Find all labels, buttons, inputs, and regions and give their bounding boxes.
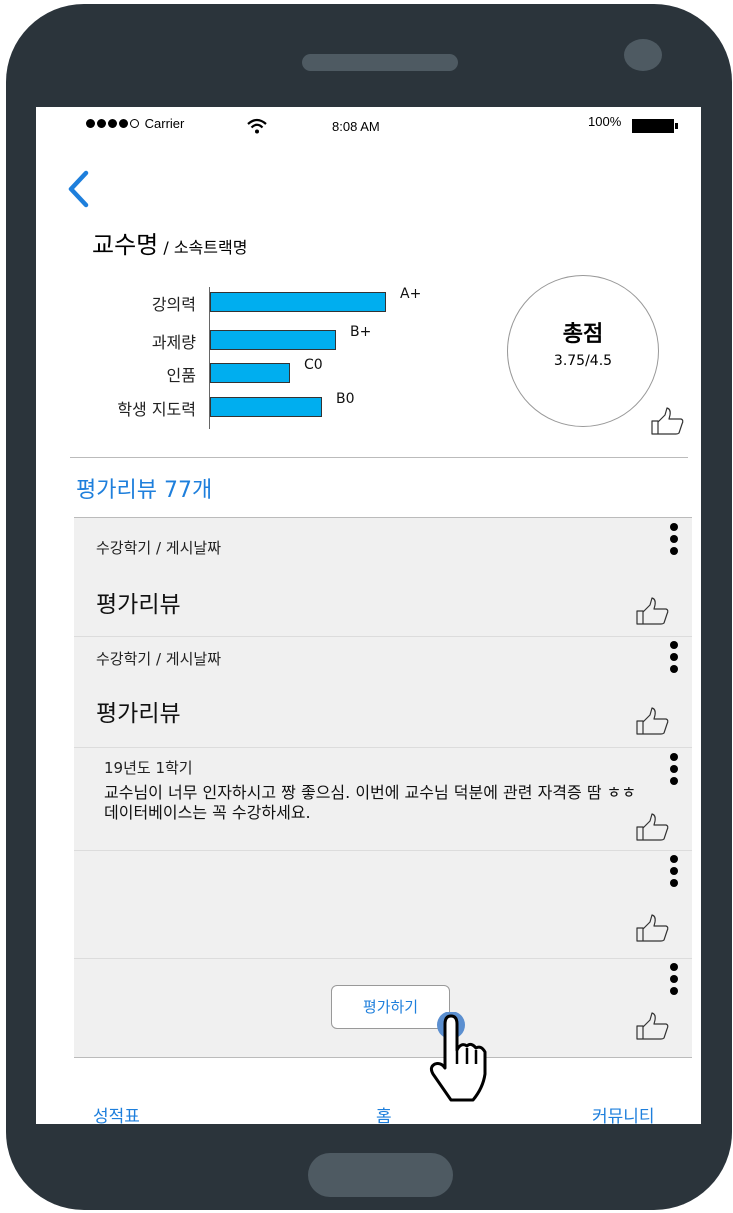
rating-grade: A+ xyxy=(400,286,422,302)
thumbs-up-icon[interactable] xyxy=(635,707,669,735)
more-options-icon[interactable] xyxy=(670,753,678,789)
carrier-label: Carrier xyxy=(144,116,185,131)
divider xyxy=(70,457,688,458)
more-options-icon[interactable] xyxy=(670,641,678,677)
clock: 8:08 AM xyxy=(332,119,380,134)
review-meta: 수강학기 / 게시날짜 xyxy=(96,650,221,668)
rating-bar xyxy=(210,292,386,312)
review-title[interactable]: 평가리뷰 xyxy=(96,585,181,619)
review-list: 수강학기 / 게시날짜 평가리뷰 수강학기 / 게시날짜 평가리뷰 19년도 1… xyxy=(74,517,692,1058)
list-separator xyxy=(74,850,692,851)
rating-label: 학생 지도력 xyxy=(117,400,196,419)
signal-strength: Carrier xyxy=(86,116,184,131)
list-top-border xyxy=(74,517,692,518)
nav-community[interactable]: 커뮤니티 xyxy=(592,1102,655,1124)
thumbs-up-icon[interactable] xyxy=(635,914,669,942)
speaker-grille xyxy=(302,54,458,71)
rating-label: 과제량 xyxy=(151,333,196,352)
total-score-label: 총점 xyxy=(562,322,604,347)
pointing-hand-cursor-icon xyxy=(429,1012,487,1102)
reviews-header: 평가리뷰 77개 xyxy=(76,478,213,503)
list-bottom-border xyxy=(74,1057,692,1058)
list-separator xyxy=(74,636,692,637)
rating-grade: B0 xyxy=(336,391,355,407)
professor-name: 교수명 xyxy=(92,231,159,259)
more-options-icon[interactable] xyxy=(670,855,678,891)
wifi-icon xyxy=(247,118,267,134)
total-score-circle: 총점 3.75/4.5 xyxy=(507,275,659,427)
nav-home[interactable]: 홈 xyxy=(376,1102,392,1124)
professor-track: / 소속트랙명 xyxy=(158,238,248,257)
total-score-value: 3.75/4.5 xyxy=(553,353,613,369)
device-home-button[interactable] xyxy=(308,1153,453,1197)
review-title[interactable]: 평가리뷰 xyxy=(96,694,181,728)
more-options-icon[interactable] xyxy=(670,963,678,999)
nav-grades[interactable]: 성적표 xyxy=(93,1102,140,1124)
thumbs-up-icon[interactable] xyxy=(650,407,684,435)
thumbs-up-icon[interactable] xyxy=(635,1012,669,1040)
professor-title: 교수명 / 소속트랙명 xyxy=(92,225,247,260)
more-options-icon[interactable] xyxy=(670,523,678,559)
thumbs-up-icon[interactable] xyxy=(635,597,669,625)
rating-grade: B+ xyxy=(350,324,372,340)
thumbs-up-icon[interactable] xyxy=(635,813,669,841)
app-screen: Carrier 8:08 AM 100% 교수명 / 소속트랙명 강의력 A+ 과제… xyxy=(36,107,701,1124)
battery-icon xyxy=(632,119,678,133)
rating-bar xyxy=(210,397,322,417)
rating-bar xyxy=(210,330,336,350)
back-chevron-icon[interactable] xyxy=(66,169,90,209)
review-meta: 19년도 1학기 xyxy=(104,759,193,777)
rating-label: 인품 xyxy=(166,366,196,385)
review-meta: 수강학기 / 게시날짜 xyxy=(96,539,221,557)
list-separator xyxy=(74,958,692,959)
rating-label: 강의력 xyxy=(151,295,196,314)
battery-percent: 100% xyxy=(588,114,622,129)
list-separator xyxy=(74,747,692,748)
rating-bar xyxy=(210,363,290,383)
rating-grade: C0 xyxy=(304,357,323,373)
front-camera xyxy=(624,39,662,71)
review-body[interactable]: 교수님이 너무 인자하시고 짱 좋으심. 이번에 교수님 덕분에 관련 자격증 … xyxy=(104,783,644,823)
